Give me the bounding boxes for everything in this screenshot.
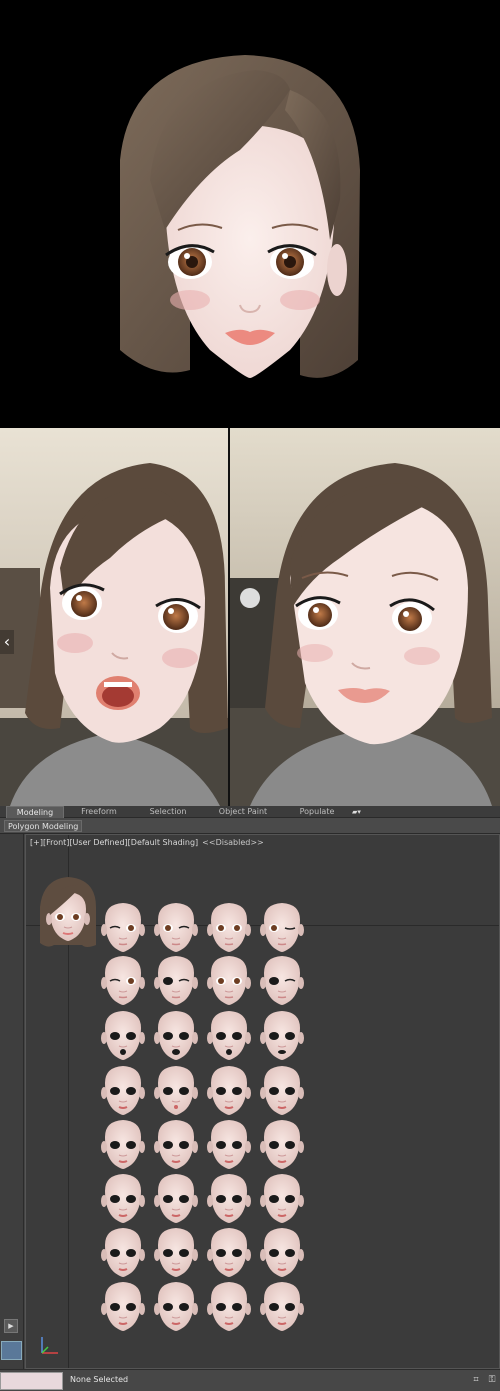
ribbon-panel: Polygon Modeling: [0, 818, 500, 834]
reference-head: [40, 877, 96, 947]
axis-gizmo-icon: [41, 1337, 58, 1354]
tab-populate[interactable]: Populate: [290, 806, 344, 818]
settings-dropdown-icon[interactable]: ▰▾: [352, 808, 370, 816]
ar-photo-right: [230, 428, 500, 806]
play-icon[interactable]: ▶: [4, 1319, 18, 1333]
mini-viewport-button[interactable]: [1, 1341, 22, 1360]
character-render: [0, 0, 500, 428]
character-head-render: [120, 55, 360, 378]
key-icon[interactable]: ⚿: [486, 1374, 498, 1386]
tab-modeling[interactable]: Modeling: [6, 806, 64, 818]
selection-status: None Selected: [70, 1375, 129, 1384]
blendshape-head-grid: [40, 877, 305, 1332]
modeling-app-window: Modeling Freeform Selection Object Paint…: [0, 806, 500, 1391]
tab-freeform[interactable]: Freeform: [70, 806, 128, 818]
ar-face-open-mouth: [0, 428, 228, 806]
status-bar: None Selected ⌗ ⚿: [0, 1369, 500, 1391]
polygon-modeling-panel-button[interactable]: Polygon Modeling: [4, 820, 83, 832]
front-viewport[interactable]: [+][Front][User Defined][Default Shading…: [25, 834, 500, 1369]
ar-photo-left: [0, 428, 228, 806]
tab-selection[interactable]: Selection: [138, 806, 198, 818]
back-arrow-icon[interactable]: ‹: [0, 630, 14, 654]
ar-face-smile: [230, 428, 500, 806]
left-toolbar: ▶: [0, 834, 24, 1369]
maximize-icon[interactable]: ⌗: [470, 1374, 482, 1386]
maxscript-listener-field[interactable]: [0, 1372, 63, 1390]
tab-object-paint[interactable]: Object Paint: [212, 806, 274, 818]
ribbon-tab-bar: Modeling Freeform Selection Object Paint…: [0, 806, 500, 818]
